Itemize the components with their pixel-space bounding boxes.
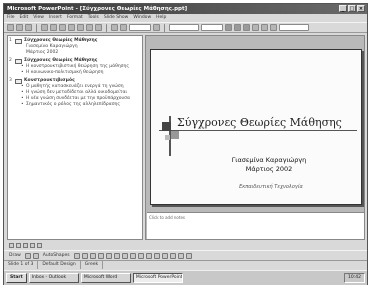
toolbar-separator — [106, 23, 107, 32]
slide-icon — [15, 38, 22, 44]
align-center-icon[interactable] — [261, 24, 268, 31]
shadow-icon[interactable] — [177, 252, 184, 259]
title-bar: Microsoft PowerPoint - [Σύγχρονες Θεωρίε… — [4, 4, 367, 14]
line-icon[interactable] — [73, 252, 80, 259]
open-folder-icon[interactable] — [16, 24, 23, 31]
clipart-icon[interactable] — [121, 252, 128, 259]
menu-window[interactable]: Window — [133, 14, 151, 22]
draw-menu[interactable]: Draw — [9, 253, 21, 258]
taskbar-item[interactable]: Microsoft Word — [80, 273, 131, 283]
toolbar-separator — [164, 23, 165, 32]
slide-subtitle[interactable]: Εκπαιδευτική Τεχνολογία — [151, 184, 361, 190]
line-color-icon[interactable] — [137, 252, 144, 259]
save-icon[interactable] — [25, 24, 32, 31]
maximize-button[interactable]: □ — [348, 5, 356, 12]
status-design: Default Design — [38, 261, 81, 269]
bold-icon[interactable] — [225, 24, 232, 31]
wordart-icon[interactable] — [113, 252, 120, 259]
slide-icon — [15, 78, 22, 84]
menu-edit[interactable]: Edit — [20, 14, 29, 22]
status-language: Greek — [81, 261, 104, 269]
toolbar-separator — [36, 23, 37, 32]
align-left-icon[interactable] — [252, 24, 259, 31]
slide-author[interactable]: Γιασεμίνα Καραγιώργη — [151, 156, 361, 164]
outline-bullet: Η κοινωνικο-πολιτισμική θεώρηση — [8, 70, 142, 76]
help-icon[interactable] — [153, 24, 160, 31]
normal-view-icon[interactable] — [9, 242, 14, 248]
new-file-icon[interactable] — [7, 24, 14, 31]
notes-placeholder: Click to add notes — [149, 215, 185, 220]
slide-decoration-square — [162, 122, 171, 131]
3d-icon[interactable] — [185, 252, 192, 259]
outline-line: Μάρτιος 2002 — [26, 50, 59, 55]
outline-view-icon[interactable] — [16, 242, 21, 248]
drawing-toolbar: Draw AutoShapes — [4, 250, 367, 261]
autoshapes-menu[interactable]: AutoShapes — [43, 253, 70, 258]
arrow-style-icon[interactable] — [169, 252, 176, 259]
taskbar-item[interactable]: Inbox - Outlook — [28, 273, 79, 283]
menu-insert[interactable]: Insert — [49, 14, 62, 22]
window-controls: _ □ × — [339, 5, 365, 12]
cut-icon[interactable] — [59, 24, 66, 31]
view-buttons — [7, 241, 143, 249]
redo-icon[interactable] — [95, 24, 102, 31]
menu-slide-show[interactable]: Slide Show — [104, 14, 129, 22]
oval-icon[interactable] — [97, 252, 104, 259]
standard-toolbar — [4, 22, 367, 33]
menu-bar: File Edit View Insert Format Tools Slide… — [4, 14, 367, 22]
textbox-icon[interactable] — [105, 252, 112, 259]
slide-pane: Σύγχρονες Θεωρίες Μάθησης Γιασεμίνα Καρα… — [145, 35, 365, 240]
arrow-icon[interactable] — [81, 252, 88, 259]
outline-pane[interactable]: 1 Σύγχρονες Θεωρίες Μάθησης Γιασεμίνα Κα… — [7, 35, 143, 240]
notes-pane[interactable]: Click to add notes — [147, 212, 364, 239]
powerpoint-window: Microsoft PowerPoint - [Σύγχρονες Θεωρίε… — [3, 3, 368, 285]
window-title: Microsoft PowerPoint - [Σύγχρονες Θεωρίε… — [7, 6, 188, 12]
rotate-icon[interactable] — [32, 252, 39, 259]
menu-format[interactable]: Format — [67, 14, 83, 22]
minimize-button[interactable]: _ — [339, 5, 347, 12]
system-clock: 10:42 — [344, 273, 365, 283]
status-slide: Slide 1 of 3 — [4, 261, 39, 269]
slide-decoration-square — [165, 135, 170, 140]
font-size-select[interactable] — [201, 24, 223, 31]
slide-decoration-square — [171, 131, 179, 139]
menu-help[interactable]: Help — [156, 14, 166, 22]
slide-view-icon[interactable] — [23, 242, 28, 248]
close-button[interactable]: × — [357, 5, 365, 12]
outline-bullet: Σημαντικός ο ρόλος της αλληλεπίδρασης — [8, 102, 142, 108]
print-icon[interactable] — [41, 24, 48, 31]
bullets-icon[interactable] — [270, 24, 277, 31]
fill-color-icon[interactable] — [129, 252, 136, 259]
copy-icon[interactable] — [68, 24, 75, 31]
status-bar: Slide 1 of 3 Default Design Greek — [4, 261, 367, 269]
dash-style-icon[interactable] — [161, 252, 168, 259]
taskbar-item-active[interactable]: Microsoft PowerPoint — [132, 273, 183, 283]
font-color-icon[interactable] — [145, 252, 152, 259]
rectangle-icon[interactable] — [89, 252, 96, 259]
slide-canvas[interactable]: Σύγχρονες Θεωρίες Μάθησης Γιασεμίνα Καρα… — [150, 49, 362, 205]
taskbar: Start Inbox - Outlook Microsoft Word Mic… — [4, 270, 367, 285]
zoom-select[interactable] — [129, 24, 151, 31]
start-button[interactable]: Start — [6, 273, 27, 283]
slide-show-icon[interactable] — [37, 242, 42, 248]
menu-file[interactable]: File — [7, 14, 15, 22]
insert-table-icon[interactable] — [120, 24, 127, 31]
undo-icon[interactable] — [86, 24, 93, 31]
common-tasks-button[interactable] — [279, 24, 309, 31]
italic-icon[interactable] — [234, 24, 241, 31]
paste-icon[interactable] — [77, 24, 84, 31]
menu-tools[interactable]: Tools — [88, 14, 99, 22]
select-arrow-icon[interactable] — [24, 252, 31, 259]
slide-decoration-line — [159, 130, 357, 131]
slide-date[interactable]: Μάρτιος 2002 — [151, 165, 361, 173]
insert-chart-icon[interactable] — [111, 24, 118, 31]
font-name-select[interactable] — [169, 24, 199, 31]
slide-icon — [15, 58, 22, 64]
menu-view[interactable]: View — [33, 14, 44, 22]
slide-title[interactable]: Σύγχρονες Θεωρίες Μάθησης — [177, 116, 363, 129]
underline-icon[interactable] — [243, 24, 250, 31]
spellcheck-icon[interactable] — [50, 24, 57, 31]
slide-sorter-icon[interactable] — [30, 242, 35, 248]
line-style-icon[interactable] — [153, 252, 160, 259]
